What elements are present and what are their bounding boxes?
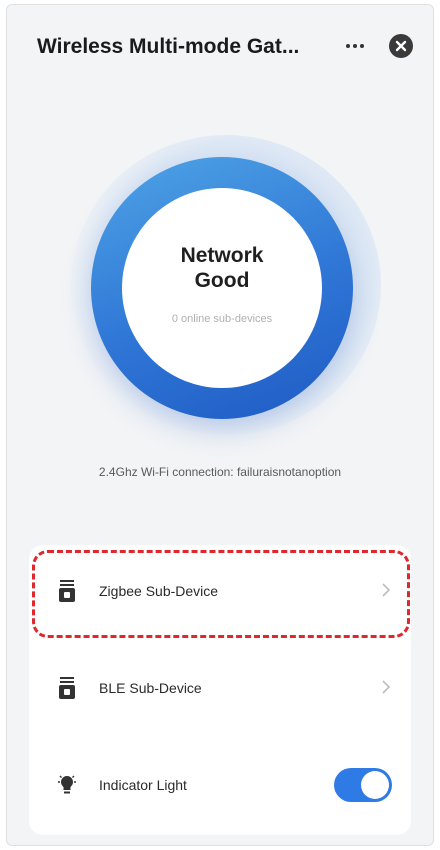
toggle-knob bbox=[361, 771, 389, 799]
online-subdevices-count: 0 online sub-devices bbox=[171, 313, 273, 325]
header: Wireless Multi-mode Gat... bbox=[7, 5, 433, 85]
gateway-device-icon bbox=[59, 580, 75, 602]
more-horizontal-icon[interactable] bbox=[345, 41, 365, 51]
list-item-label: BLE Sub-Device bbox=[99, 680, 202, 696]
chevron-right-icon bbox=[382, 680, 391, 694]
network-status-gauge: Network Good 0 online sub-devices bbox=[7, 125, 433, 445]
chevron-right-icon bbox=[382, 583, 391, 597]
page-title: Wireless Multi-mode Gat... bbox=[37, 35, 300, 58]
light-bulb-icon bbox=[58, 775, 76, 794]
status-center: Network Good 0 online sub-devices bbox=[122, 188, 322, 388]
network-status-title: Network Good bbox=[181, 243, 264, 293]
list-item-label: Indicator Light bbox=[99, 777, 187, 793]
list-item-label: Zigbee Sub-Device bbox=[99, 583, 219, 599]
close-icon[interactable] bbox=[389, 34, 413, 58]
indicator-light-toggle[interactable] bbox=[334, 768, 392, 802]
wifi-connection-text: 2.4Ghz Wi-Fi connection: failuraisnotano… bbox=[98, 465, 342, 479]
network-status-line1: Network bbox=[180, 244, 264, 267]
network-status-line2: Good bbox=[194, 269, 250, 292]
list-item-zigbee-sub-device[interactable]: Zigbee Sub-Device bbox=[29, 545, 411, 635]
gateway-device-icon bbox=[59, 677, 75, 699]
app-screen: Wireless Multi-mode Gat... Network Good … bbox=[6, 4, 434, 846]
list-item-ble-sub-device[interactable]: BLE Sub-Device bbox=[29, 640, 411, 730]
